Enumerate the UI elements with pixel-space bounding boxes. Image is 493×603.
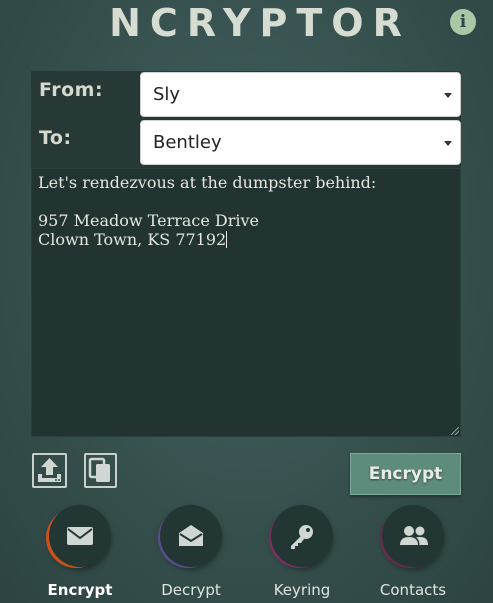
to-row: To: Bentley: [31, 119, 461, 166]
from-select-value: Sly: [153, 84, 181, 105]
to-label: To:: [39, 127, 72, 149]
info-icon[interactable]: i: [450, 9, 476, 35]
message-textarea[interactable]: Let's rendezvous at the dumpster behind:…: [31, 168, 461, 437]
nav-label-contacts: Contacts: [379, 581, 447, 599]
nav-decrypt-circle: [160, 505, 222, 567]
nav-label-keyring: Keyring: [273, 581, 331, 599]
app-title: NCRYPTOR: [109, 1, 411, 45]
contacts-icon: [400, 526, 428, 545]
to-select[interactable]: Bentley: [140, 120, 461, 165]
copy-icon: [88, 457, 110, 482]
from-select[interactable]: Sly: [140, 72, 461, 117]
nav-keyring-circle: [271, 505, 333, 567]
chevron-down-icon: [444, 141, 452, 146]
nav-label-encrypt: Encrypt: [47, 581, 113, 599]
nav-tab-contacts[interactable]: Contacts: [358, 505, 468, 599]
chevron-down-icon: [444, 93, 452, 98]
message-text: Let's rendezvous at the dumpster behind:…: [38, 173, 377, 249]
upload-icon: [38, 458, 61, 482]
text-cursor: [226, 231, 228, 248]
encrypt-button[interactable]: Encrypt: [350, 453, 461, 495]
nav-tab-decrypt[interactable]: Decrypt: [136, 505, 246, 599]
nav-tab-encrypt[interactable]: Encrypt: [25, 505, 135, 599]
envelope-open-icon: [179, 525, 203, 546]
key-icon: [291, 525, 313, 549]
to-select-value: Bentley: [153, 132, 222, 153]
from-row: From: Sly: [31, 71, 461, 118]
copy-button[interactable]: [84, 453, 117, 488]
recipient-form: From: Sly To: Bentley: [31, 71, 461, 168]
upload-button[interactable]: [32, 453, 67, 488]
nav-tab-keyring[interactable]: Keyring: [247, 505, 357, 599]
from-label: From:: [39, 79, 104, 101]
nav-contacts-circle: [382, 505, 444, 567]
envelope-closed-icon: [67, 527, 93, 545]
nav-label-decrypt: Decrypt: [161, 581, 221, 599]
resize-handle[interactable]: [451, 427, 459, 435]
nav-encrypt-circle: [49, 505, 111, 567]
